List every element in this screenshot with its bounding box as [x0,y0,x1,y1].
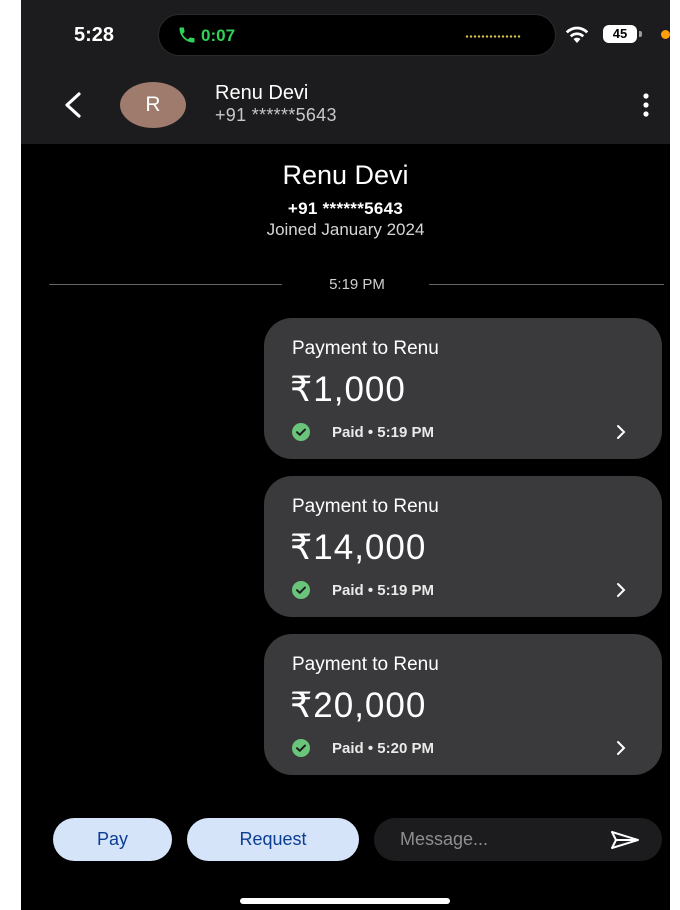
battery-icon: 45 [603,25,637,43]
header-contact-phone: +91 ******5643 [215,105,337,125]
payment-status: Paid • 5:20 PM [332,740,434,757]
payment-title: Payment to Renu [292,496,439,517]
payment-card[interactable]: Payment to Renu ₹1,000 Paid • 5:19 PM [264,318,662,459]
pay-button[interactable]: Pay [53,818,172,861]
ongoing-call-pill[interactable]: 0:07 [158,14,556,56]
check-circle-icon [292,423,310,441]
avatar[interactable]: R [120,82,186,128]
payment-title: Payment to Renu [292,338,439,359]
payment-title: Payment to Renu [292,654,439,675]
divider-line [429,284,664,285]
payment-amount: ₹20,000 [290,686,427,725]
payment-card[interactable]: Payment to Renu ₹14,000 Paid • 5:19 PM [264,476,662,617]
request-button[interactable]: Request [187,818,359,861]
divider-time: 5:19 PM [329,276,385,293]
status-bar: 5:28 0:07 45 [21,0,670,72]
payment-status: Paid • 5:19 PM [332,424,434,441]
payment-card[interactable]: Payment to Renu ₹20,000 Paid • 5:20 PM [264,634,662,775]
phone-screen: 5:28 0:07 45 R Renu Devi +91 ******5643 [21,0,670,910]
payment-status: Paid • 5:19 PM [332,582,434,599]
battery-terminal [639,31,642,37]
message-composer [374,818,662,861]
divider-line [49,284,282,285]
chevron-left-icon[interactable] [59,89,87,121]
payment-amount: ₹14,000 [290,528,427,567]
privacy-indicator-dot [661,30,670,39]
contact-joined-date: Joined January 2024 [266,220,425,239]
timestamp-divider: 5:19 PM [49,272,664,298]
check-circle-icon [292,581,310,599]
more-vertical-icon[interactable] [641,90,651,120]
message-input[interactable] [400,818,600,861]
send-icon[interactable] [610,830,640,850]
chevron-right-icon[interactable] [616,424,626,440]
contact-name: Renu Devi [282,160,409,190]
payment-amount: ₹1,000 [290,370,406,409]
check-circle-icon [292,739,310,757]
chevron-right-icon[interactable] [616,740,626,756]
chevron-right-icon[interactable] [616,582,626,598]
header-contact-name[interactable]: Renu Devi [215,82,308,105]
wifi-icon [565,26,589,43]
audio-wave-icon [465,35,521,38]
phone-call-icon [179,27,195,43]
home-indicator[interactable] [240,898,450,904]
chat-header: R Renu Devi +91 ******5643 [21,72,670,144]
contact-phone: +91 ******5643 [287,199,404,218]
status-time: 5:28 [74,24,115,46]
call-timer: 0:07 [201,26,236,45]
